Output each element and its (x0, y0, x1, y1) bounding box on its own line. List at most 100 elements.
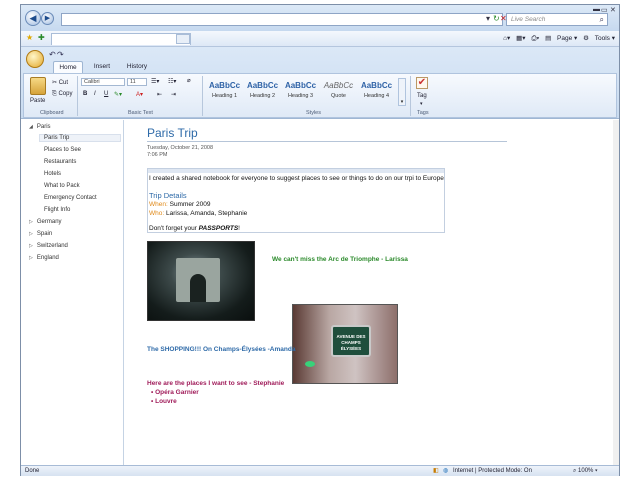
paste-icon[interactable] (30, 77, 46, 95)
favorites-star-icon[interactable]: ★ (26, 33, 33, 42)
tab-insert[interactable]: Insert (87, 61, 117, 73)
tools-menu[interactable]: ⚙ Tools ▾ (583, 35, 615, 42)
nav-item-paris-trip[interactable]: Paris Trip (39, 134, 121, 142)
nav-item-paris[interactable]: ◢ Paris (29, 124, 51, 130)
font-size-value: 11 (130, 79, 136, 85)
basic-text-group-label: Basic Text (128, 110, 153, 116)
back-button[interactable]: ◀ (25, 10, 41, 26)
style-heading-2[interactable]: AaBbCc Heading 2 (244, 78, 281, 106)
who-line[interactable]: Who: Larissa, Amanda, Stephanie (149, 210, 247, 217)
security-zone[interactable]: Internet | Protected Mode: On (453, 466, 532, 476)
list-item[interactable]: • Opéra Garnier (151, 389, 199, 396)
style-heading-1[interactable]: AaBbCc Heading 1 (206, 78, 243, 106)
checkmark-icon[interactable]: ✔ (416, 77, 428, 89)
arc-caption[interactable]: We can't miss the Arc de Triomphe - Lari… (272, 256, 408, 263)
places-heading[interactable]: Here are the places I want to see - Step… (147, 380, 284, 387)
refresh-icon[interactable]: ↻ (493, 14, 500, 23)
minimize-icon[interactable]: ▬ (593, 6, 600, 13)
zoom-level: 100% (578, 468, 594, 474)
print-icon[interactable]: ⎙▾ (531, 35, 539, 42)
trip-details-heading[interactable]: Trip Details (149, 191, 187, 200)
nav-item-places-to-see[interactable]: Places to See (44, 147, 81, 153)
nav-item-what-to-pack[interactable]: What to Pack (44, 183, 80, 189)
nav-item-emergency-contact[interactable]: Emergency Contact (44, 195, 97, 201)
add-favorite-icon[interactable]: ✚ (38, 33, 45, 42)
tag-dropdown-icon[interactable]: ▾ (420, 101, 423, 107)
bold-icon[interactable]: B (83, 91, 87, 97)
champs-elysees-photo[interactable]: AVENUE DES CHAMPS ÉLYSÉES (292, 304, 398, 384)
when-line[interactable]: When: Summer 2009 (149, 201, 210, 208)
tab-home[interactable]: Home (53, 61, 83, 73)
cut-button[interactable]: ✂ Cut (52, 79, 68, 86)
bullets-icon[interactable]: ☰▾ (151, 78, 159, 85)
who-value: Larissa, Amanda, Stephanie (165, 210, 248, 217)
style-sample: AaBbCc (284, 81, 317, 90)
style-quote[interactable]: AaBbCc Quote (320, 78, 357, 106)
nav-item-flight-info[interactable]: Flight Info (44, 207, 70, 213)
style-sample: AaBbCc (360, 81, 393, 90)
note-drag-handle[interactable] (148, 169, 444, 173)
nav-item-label: Germany (36, 219, 62, 225)
outdent-icon[interactable]: ⇤ (157, 91, 162, 98)
address-toolbar: ◀ ▶ ▾ ↻ ✕ Live Search ⌕ ▬ ▭ ✕ (21, 5, 619, 31)
copy-button[interactable]: ⎘ Copy (52, 91, 72, 98)
list-item[interactable]: • Louvre (151, 398, 177, 405)
title-underline (147, 141, 507, 142)
arch-opening (190, 274, 206, 302)
font-color-icon[interactable]: A▾ (136, 91, 143, 98)
style-heading-4[interactable]: AaBbCc Heading 4 (358, 78, 395, 106)
close-icon[interactable]: ✕ (610, 6, 616, 14)
arch-shape (176, 258, 220, 302)
page-menu[interactable]: ▤ Page ▾ (545, 35, 577, 42)
nav-item-switzerland[interactable]: ▷ Switzerland (29, 243, 68, 249)
style-sample: AaBbCc (208, 81, 241, 90)
list-item-text: Louvre (155, 398, 177, 405)
feeds-icon[interactable]: ▦▾ (516, 35, 525, 42)
note-container[interactable]: I created a shared notebook for everyone… (147, 168, 445, 233)
search-icon[interactable]: ⌕ (600, 14, 604, 25)
zoom-control[interactable]: ⌕ 100% ▾ (573, 466, 598, 476)
nav-item-restaurants[interactable]: Restaurants (44, 159, 76, 165)
numbering-icon[interactable]: ☷▾ (168, 78, 176, 85)
favorites-bar: ★ ✚ ⌂▾ ▦▾ ⎙▾ ▤ Page ▾ ⚙ Tools ▾ (21, 31, 619, 47)
intro-text[interactable]: I created a shared notebook for everyone… (149, 175, 444, 182)
new-tab-button[interactable] (176, 34, 190, 44)
reminder-suffix: ! (238, 225, 240, 232)
font-family-select[interactable]: Calibri (81, 78, 125, 86)
nav-item-label: Paris Trip (44, 135, 70, 141)
indent-icon[interactable]: ⇥ (171, 91, 176, 98)
font-size-select[interactable]: 11 (127, 78, 147, 86)
style-heading-3[interactable]: AaBbCc Heading 3 (282, 78, 319, 106)
home-icon[interactable]: ⌂▾ (503, 35, 510, 42)
style-name: Quote (331, 93, 346, 99)
nav-item-hotels[interactable]: Hotels (44, 171, 61, 177)
paste-button[interactable]: Paste (30, 98, 45, 104)
highlight-icon[interactable]: ✎▾ (114, 91, 122, 98)
page-canvas[interactable]: Paris Trip Tuesday, October 21, 2008 7:0… (125, 120, 619, 465)
dropdown-icon[interactable]: ▾ (486, 14, 490, 23)
shopping-caption[interactable]: The SHOPPING!!! On Champs-Élysées -Amand… (147, 346, 295, 353)
nav-item-england[interactable]: ▷ England (29, 255, 59, 261)
office-button[interactable] (26, 50, 44, 68)
italic-icon[interactable]: I (94, 91, 96, 97)
reminder-line[interactable]: Don't forget your PASSPORTS! (149, 225, 240, 232)
styles-more-button[interactable]: ▾ (398, 78, 406, 106)
redo-icon[interactable]: ↷ (57, 50, 64, 59)
nav-item-spain[interactable]: ▷ Spain (29, 231, 52, 237)
undo-icon[interactable]: ↶ (49, 50, 56, 59)
tab-history[interactable]: History (121, 61, 153, 73)
arc-de-triomphe-photo[interactable] (147, 241, 255, 321)
underline-icon[interactable]: U (104, 91, 108, 97)
forward-button[interactable]: ▶ (41, 12, 54, 25)
maximize-icon[interactable]: ▭ (601, 6, 608, 14)
nav-item-germany[interactable]: ▷ Germany (29, 219, 62, 225)
clear-format-icon[interactable]: ⌀ (187, 77, 191, 84)
globe-icon: ◍ (443, 468, 449, 474)
nav-item-label: Flight Info (44, 207, 71, 213)
address-bar[interactable] (61, 13, 503, 26)
tag-button[interactable]: Tag (417, 93, 427, 99)
vertical-scrollbar[interactable] (613, 120, 619, 465)
search-input[interactable]: Live Search ⌕ (506, 13, 608, 26)
page-title[interactable]: Paris Trip (147, 126, 198, 140)
browser-tab[interactable] (51, 33, 191, 45)
